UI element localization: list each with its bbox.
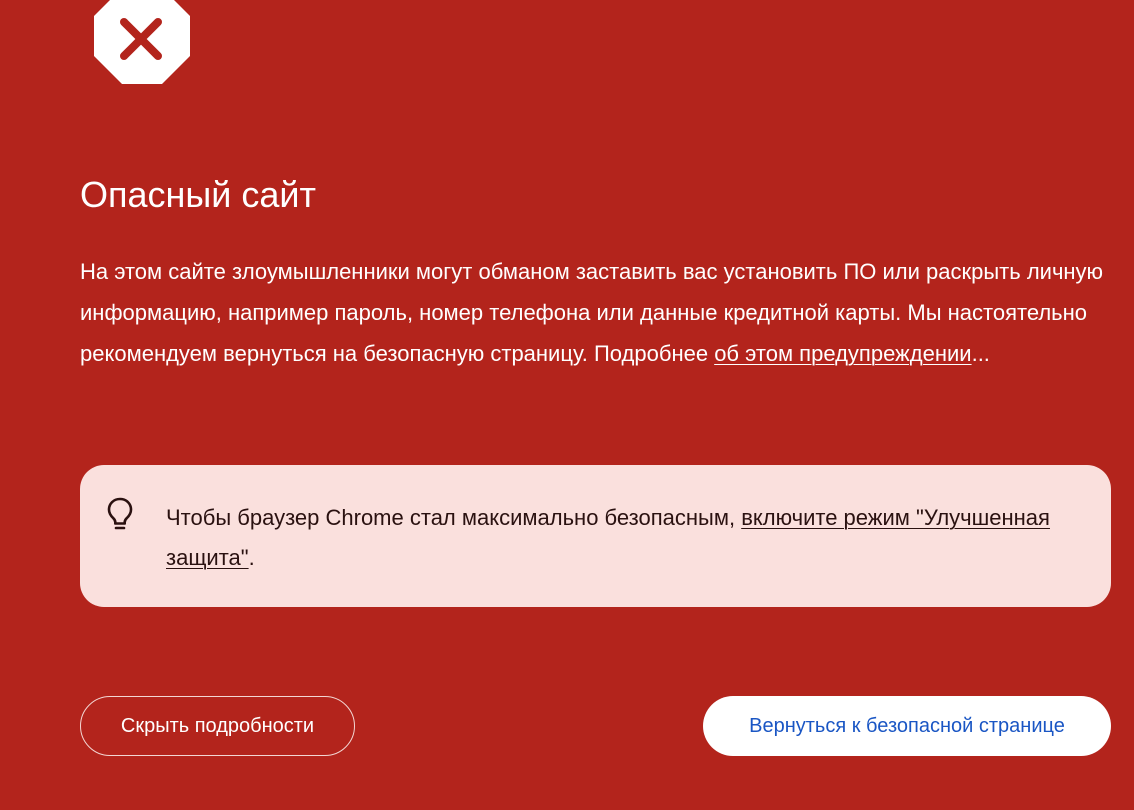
tip-text-body: Чтобы браузер Chrome стал максимально бе… <box>166 505 742 530</box>
enhanced-protection-tip: Чтобы браузер Chrome стал максимально бе… <box>80 465 1111 607</box>
tip-suffix: . <box>248 545 255 570</box>
lightbulb-icon <box>107 497 133 530</box>
page-title: Опасный сайт <box>80 174 317 215</box>
hide-details-button[interactable]: Скрыть подробности <box>80 696 355 756</box>
tip-text: Чтобы браузер Chrome стал максимально бе… <box>166 498 1086 578</box>
description-suffix: ... <box>971 341 990 366</box>
learn-more-link[interactable]: об этом предупреждении <box>714 341 971 366</box>
stop-octagon-x-icon <box>94 0 190 84</box>
warning-description: На этом сайте злоумышленники могут обман… <box>80 251 1134 374</box>
back-to-safety-button[interactable]: Вернуться к безопасной странице <box>703 696 1111 756</box>
